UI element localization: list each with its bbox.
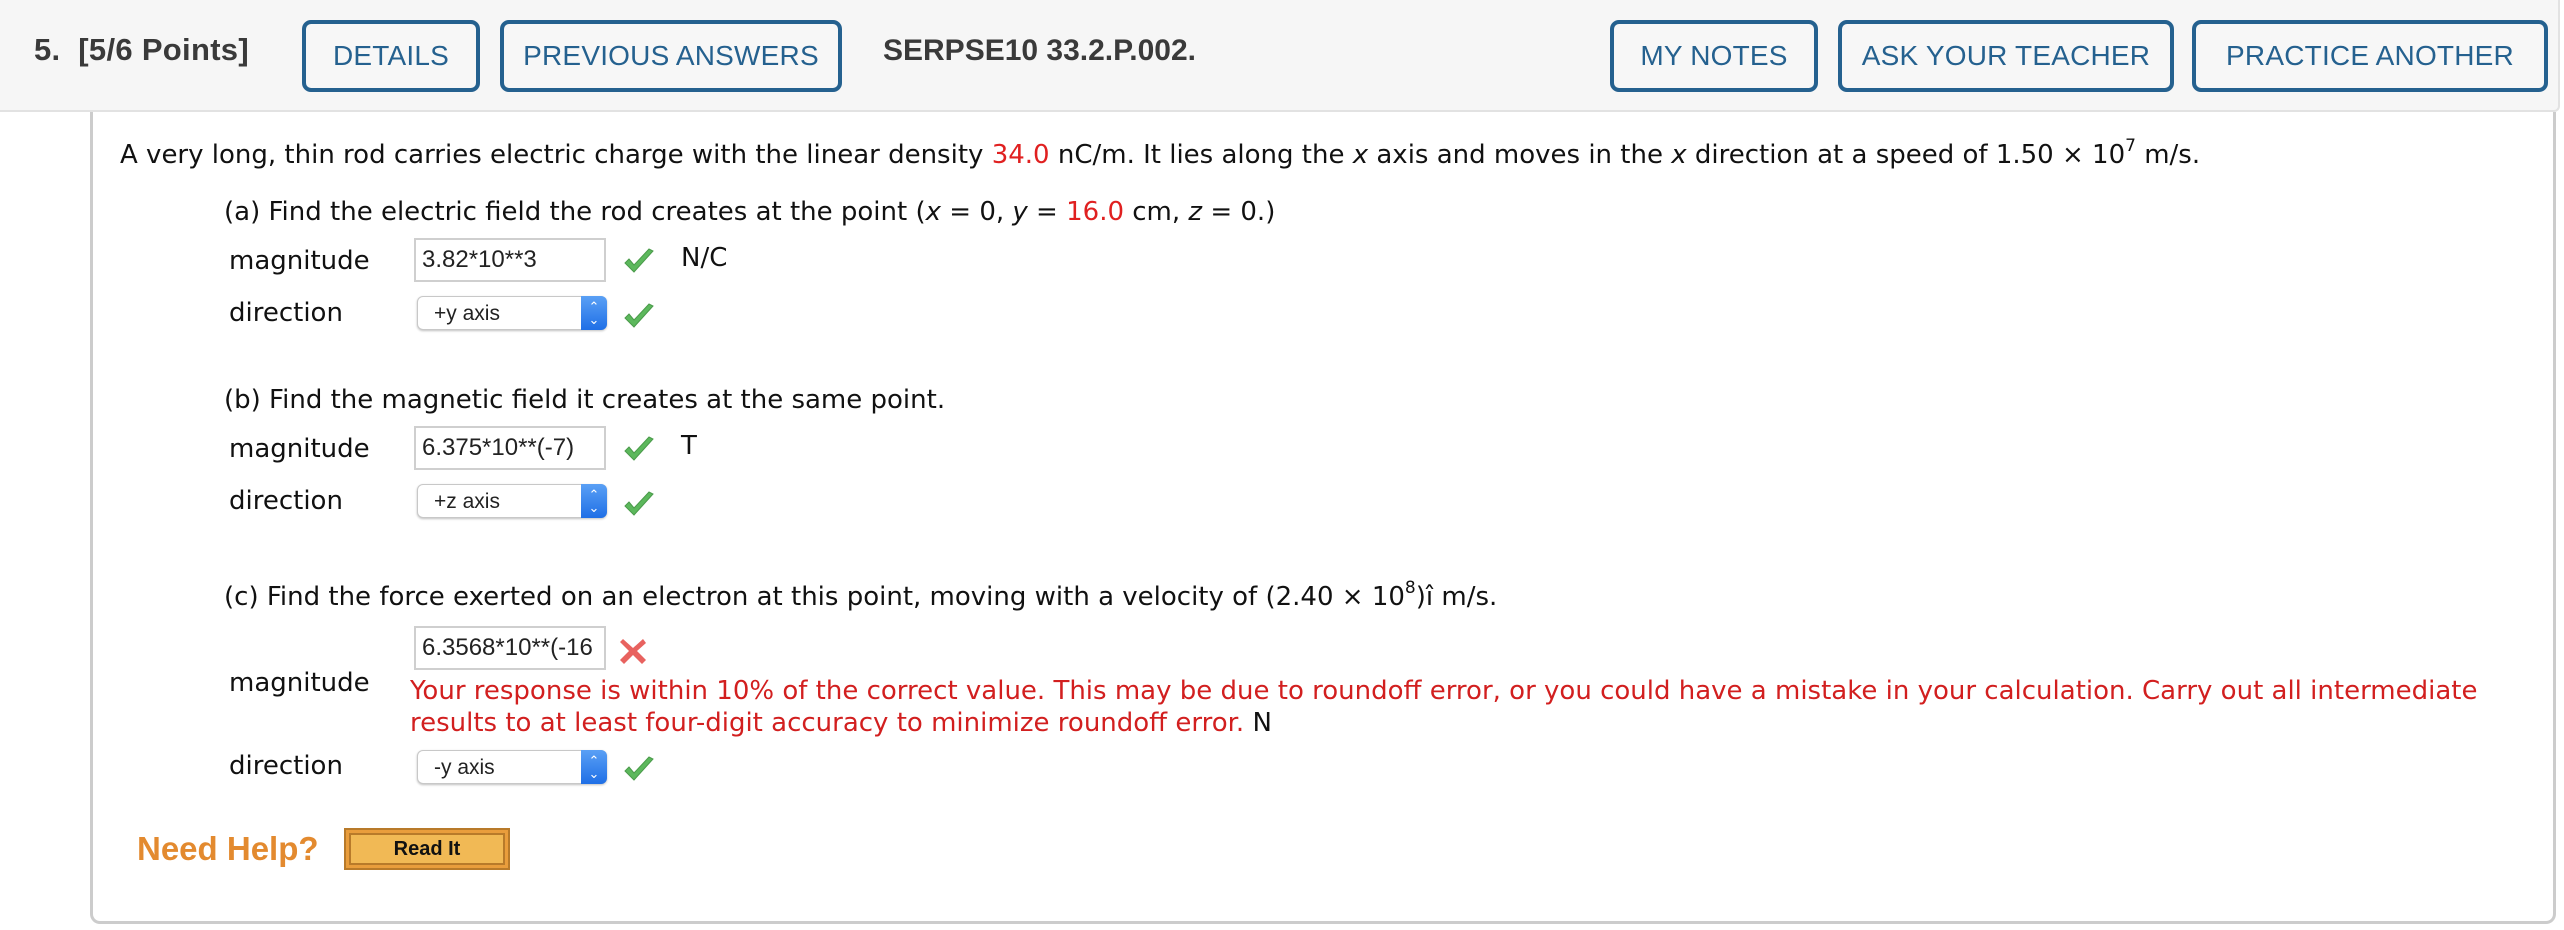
problem-code: SERPSE10 33.2.P.002. <box>883 34 1197 67</box>
check-icon <box>624 491 654 516</box>
problem-statement: A very long, thin rod carries electric c… <box>120 136 2201 170</box>
read-it-button[interactable]: Read It <box>344 828 510 870</box>
part-c-magnitude-input[interactable]: 6.3568*10**(-16 <box>414 626 606 670</box>
part-a-magnitude-label: magnitude <box>229 246 370 276</box>
select-updown-icon: ⌃ ⌄ <box>581 750 607 784</box>
check-icon <box>624 248 654 273</box>
check-icon <box>624 756 654 781</box>
part-c-magnitude-unit: N <box>1252 708 1272 738</box>
part-a-magnitude-unit: N/C <box>681 243 728 273</box>
selected-value: +z axis <box>434 490 500 513</box>
practice-another-button[interactable]: PRACTICE ANOTHER <box>2192 20 2548 92</box>
select-updown-icon: ⌃ ⌄ <box>581 296 607 330</box>
question-number-points: 5. [5/6 Points] <box>34 32 249 68</box>
part-c-feedback-line1: Your response is within 10% of the corre… <box>410 676 2478 706</box>
question-number: 5. <box>34 32 61 67</box>
part-a-direction-select[interactable]: +y axis ⌃ ⌄ <box>417 296 607 330</box>
part-a-direction-label: direction <box>229 298 343 328</box>
part-c-magnitude-label: magnitude <box>229 668 370 698</box>
previous-answers-button[interactable]: PREVIOUS ANSWERS <box>500 20 842 92</box>
part-c-feedback-line2: results to at least four-digit accuracy … <box>410 708 1272 738</box>
part-c-prompt: (c) Find the force exerted on an electro… <box>224 578 1498 612</box>
incorrect-x-icon <box>620 639 646 664</box>
selected-value: -y axis <box>434 756 495 779</box>
need-help-label: Need Help? <box>137 830 319 867</box>
part-b-direction-label: direction <box>229 486 343 516</box>
y-coordinate-value: 16.0 <box>1066 197 1124 227</box>
select-updown-icon: ⌃ ⌄ <box>581 484 607 518</box>
part-b-direction-select[interactable]: +z axis ⌃ ⌄ <box>417 484 607 518</box>
part-c-direction-select[interactable]: -y axis ⌃ ⌄ <box>417 750 607 784</box>
read-it-label: Read It <box>349 833 505 865</box>
check-icon <box>624 436 654 461</box>
part-c-direction-label: direction <box>229 751 343 781</box>
selected-value: +y axis <box>434 302 500 325</box>
details-button[interactable]: DETAILS <box>302 20 480 92</box>
question-header: 5. [5/6 Points] DETAILS PREVIOUS ANSWERS… <box>0 0 2560 112</box>
my-notes-button[interactable]: MY NOTES <box>1610 20 1818 92</box>
linear-density-value: 34.0 <box>991 140 1050 170</box>
ask-your-teacher-button[interactable]: ASK YOUR TEACHER <box>1838 20 2174 92</box>
check-icon <box>624 303 654 328</box>
part-b-magnitude-unit: T <box>681 431 697 461</box>
question-points: [5/6 Points] <box>78 32 249 67</box>
part-b-prompt: (b) Find the magnetic field it creates a… <box>224 385 946 415</box>
part-a-magnitude-input[interactable]: 3.82*10**3 <box>414 238 606 282</box>
part-b-magnitude-input[interactable]: 6.375*10**(-7) <box>414 426 606 470</box>
question-card <box>90 112 2556 924</box>
part-b-magnitude-label: magnitude <box>229 434 370 464</box>
part-a-prompt: (a) Find the electric field the rod crea… <box>224 197 1276 227</box>
